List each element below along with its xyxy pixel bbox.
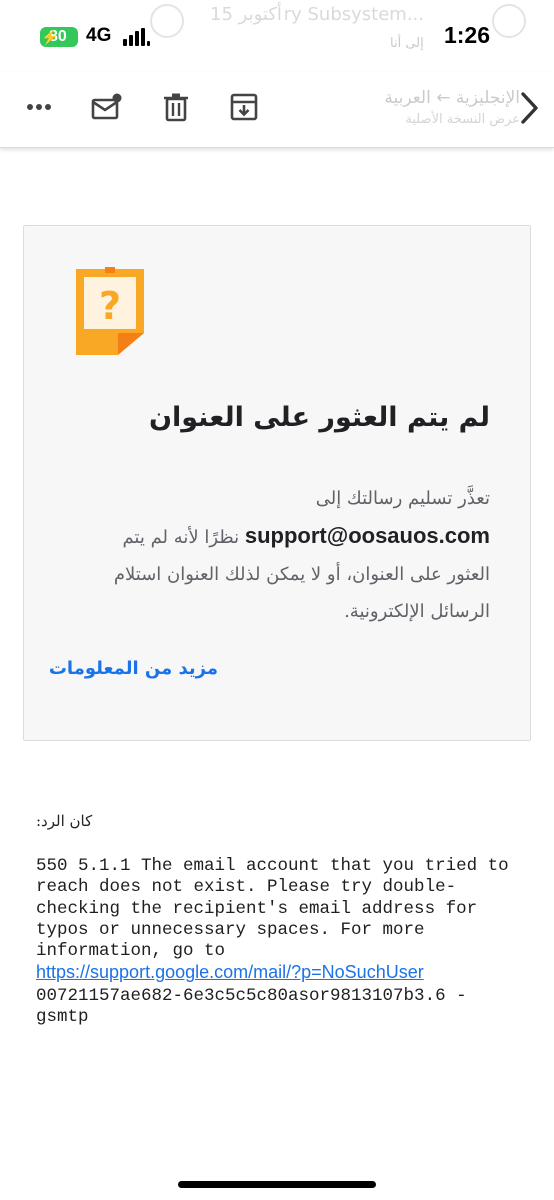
support-link[interactable]: https://support.google.com/mail/?p=NoSuc… — [36, 962, 424, 982]
delivery-failure-card: ? لم يتم العثور على العنوان تعذَّر تسليم… — [23, 225, 531, 741]
signal-icon — [123, 28, 151, 46]
background-emoji-icon — [150, 4, 184, 38]
more-info-link[interactable]: مزيد من المعلومات — [49, 658, 218, 679]
response-text: 550 5.1.1 The email account that you tri… — [36, 856, 520, 962]
response-trace-id: 00721157ae682-6e3c5c5c80asor9813107b3.6 … — [36, 985, 478, 1028]
network-type: 4G — [86, 25, 112, 46]
background-recipient: إلى أنا — [390, 36, 424, 51]
background-avatar — [492, 4, 526, 38]
clock: 1:26 — [443, 22, 490, 48]
background-subject: ry Subsystem... — [283, 4, 424, 25]
card-body: تعذَّر تسليم رسالتك إلى support@oosauos.… — [90, 480, 490, 630]
background-translate-banner: الإنجليزية ← العربية عرض النسخة الأصلية — [384, 88, 520, 127]
home-indicator[interactable] — [178, 1181, 376, 1188]
next-icon[interactable] — [516, 90, 542, 126]
charging-icon: ⚡ — [41, 29, 59, 45]
svg-text:?: ? — [99, 284, 121, 328]
question-note-icon: ? — [74, 267, 146, 357]
server-response: 550 5.1.1 The email account that you tri… — [36, 856, 526, 1028]
background-date: 15 أكتوبر — [210, 4, 282, 25]
card-title: لم يتم العثور على العنوان — [148, 402, 490, 433]
response-label: كان الرد: — [36, 812, 93, 830]
status-bar: 15 أكتوبر ry Subsystem... إلى أنا ⚡ 80 4… — [0, 0, 554, 72]
more-icon[interactable] — [22, 90, 56, 124]
mark-unread-icon[interactable] — [90, 90, 124, 124]
recipient-address: support@oosauos.com — [244, 523, 490, 548]
delete-icon[interactable] — [159, 90, 193, 124]
message-toolbar: الإنجليزية ← العربية عرض النسخة الأصلية — [0, 72, 554, 148]
battery-indicator: ⚡ 80 — [40, 27, 78, 47]
body-text-before: تعذَّر تسليم رسالتك إلى — [315, 488, 490, 509]
archive-icon[interactable] — [227, 90, 261, 124]
